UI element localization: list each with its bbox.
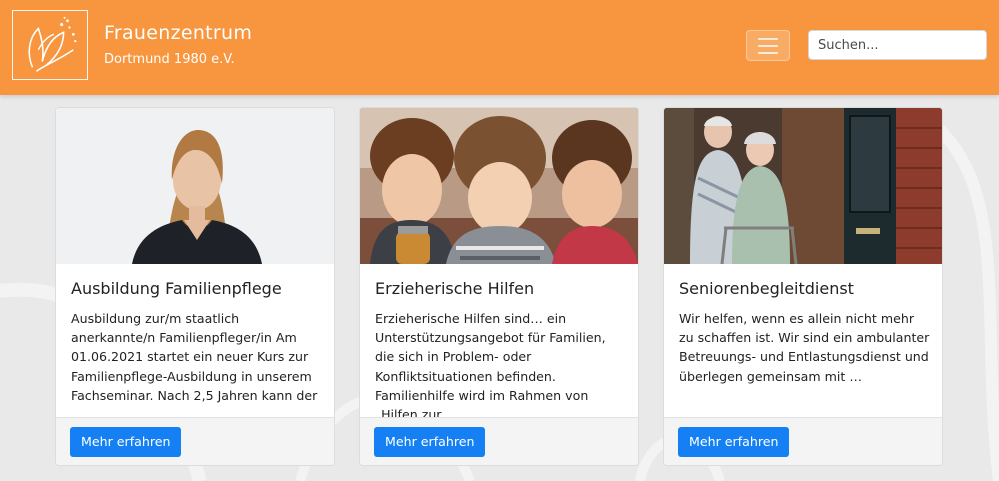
card-footer: Mehr erfahren bbox=[56, 417, 334, 465]
search-input[interactable] bbox=[808, 30, 987, 60]
navbar: Frauenzentrum Dortmund 1980 e.V. bbox=[0, 0, 999, 95]
hamburger-menu-icon bbox=[758, 37, 778, 40]
mehr-erfahren-button[interactable]: Mehr erfahren bbox=[678, 427, 790, 457]
card-text: Ausbildung zur/m staatlich anerkannte/n … bbox=[71, 311, 318, 423]
brand-logo[interactable] bbox=[12, 10, 88, 80]
hamburger-menu-button[interactable] bbox=[746, 30, 790, 61]
brand-subtitle: Dortmund 1980 e.V. bbox=[104, 52, 235, 67]
tulip-logo-icon bbox=[28, 16, 77, 72]
card-title: Erzieherische Hilfen bbox=[375, 279, 535, 298]
elderly-couple-doorway-photo[interactable] bbox=[664, 108, 942, 264]
woman-portrait-photo[interactable] bbox=[56, 108, 334, 264]
card-seniorenbegleitdienst: Seniorenbegleitdienst Wir helfen, wenn e… bbox=[663, 107, 943, 466]
card-footer: Mehr erfahren bbox=[664, 417, 942, 465]
mehr-erfahren-button[interactable]: Mehr erfahren bbox=[70, 427, 182, 457]
card-title: Ausbildung Familienpflege bbox=[71, 279, 282, 298]
three-children-photo[interactable] bbox=[360, 108, 638, 264]
brand-title[interactable]: Frauenzentrum bbox=[104, 22, 252, 44]
card-text: Erzieherische Hilfen sind… ein Unterstüt… bbox=[375, 311, 606, 423]
card-footer: Mehr erfahren bbox=[360, 417, 638, 465]
card-text: Wir helfen, wenn es allein nicht mehr zu… bbox=[679, 311, 930, 384]
card-familienpflege: Ausbildung Familienpflege Ausbildung zur… bbox=[55, 107, 335, 466]
mehr-erfahren-button[interactable]: Mehr erfahren bbox=[374, 427, 486, 457]
card-title: Seniorenbegleitdienst bbox=[679, 279, 854, 298]
card-erzieherische-hilfen: Erzieherische Hilfen Erzieherische Hilfe… bbox=[359, 107, 639, 466]
